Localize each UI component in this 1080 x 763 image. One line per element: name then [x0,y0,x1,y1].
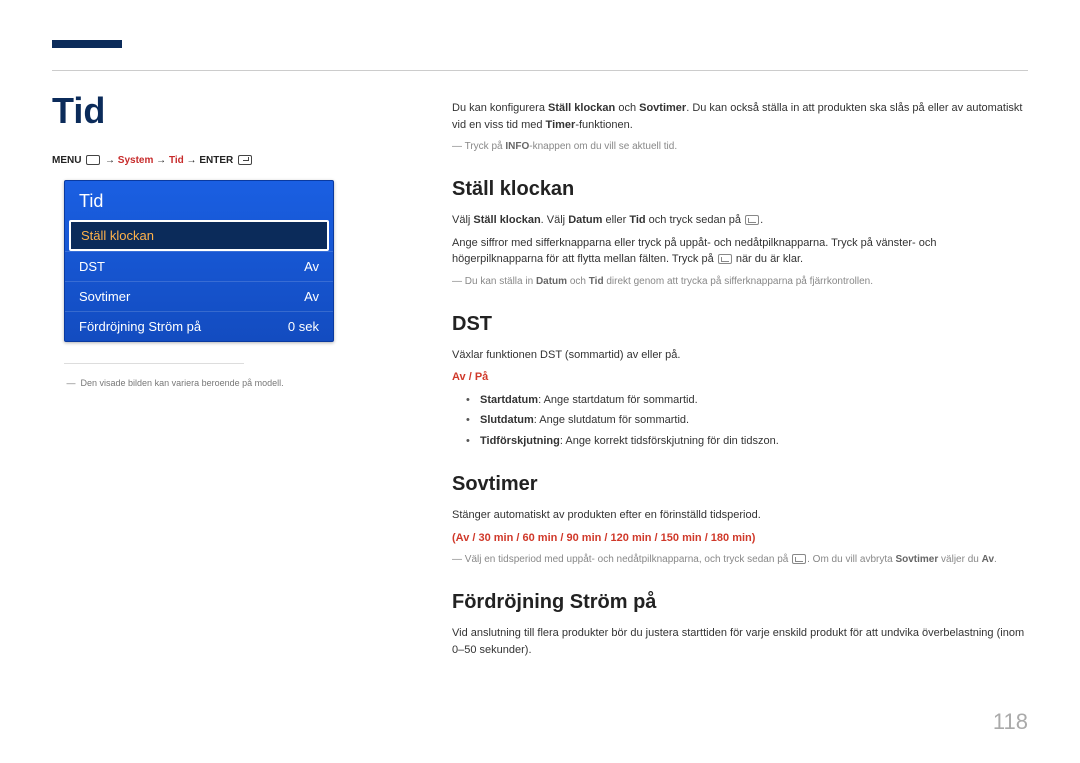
s1-note: ― Du kan ställa in Datum och Tid direkt … [452,274,1028,289]
panel-title: Tid [65,181,333,220]
header-accent-bar [52,40,122,48]
menu-item-value: 0 sek [288,319,319,334]
menu-item-stall-klockan[interactable]: Ställ klockan [69,220,329,251]
menu-item-sovtimer[interactable]: Sovtimer Av [65,281,333,311]
menu-item-label: DST [79,259,105,274]
intro-note: ― Tryck på INFO-knappen om du vill se ak… [452,139,1028,154]
s1-p2: Ange siffror med sifferknapparna eller t… [452,235,1028,268]
breadcrumb: MENU → System → Tid → ENTER [52,155,254,166]
s3-note: ― Välj en tidsperiod med uppåt- och nedå… [452,552,1028,567]
s2-list: Startdatum: Ange startdatum för sommarti… [466,392,1028,450]
menu-item-value: Av [304,259,319,274]
intro-paragraph: Du kan konfigurera Ställ klockan och Sov… [452,100,1028,133]
panel-note-divider [64,363,244,364]
menu-icon [86,155,100,165]
section-heading-stall-klockan: Ställ klockan [452,174,1028,204]
breadcrumb-enter: ENTER [199,155,233,166]
s2-options: Av / På [452,369,1028,386]
breadcrumb-tid: Tid [169,155,184,166]
menu-item-label: Fördröjning Ström på [79,319,201,334]
panel-note: ― Den visade bilden kan variera beroende… [64,378,344,388]
menu-item-value: Av [304,289,319,304]
enter-icon [745,215,759,225]
section-heading-dst: DST [452,309,1028,339]
list-item: Tidförskjutning: Ange korrekt tidsförskj… [466,433,1028,450]
settings-panel: Tid Ställ klockan DST Av Sovtimer Av För… [64,180,334,342]
list-item: Startdatum: Ange startdatum för sommarti… [466,392,1028,409]
s2-p1: Växlar funktionen DST (sommartid) av ell… [452,347,1028,364]
section-heading-sovtimer: Sovtimer [452,469,1028,499]
s4-p1: Vid anslutning till flera produkter bör … [452,625,1028,658]
enter-icon [718,254,732,264]
page-title: Tid [52,90,105,132]
menu-item-fordrojning[interactable]: Fördröjning Ström på 0 sek [65,311,333,341]
enter-icon [238,155,252,165]
menu-item-dst[interactable]: DST Av [65,251,333,281]
s3-options: (Av / 30 min / 60 min / 90 min / 120 min… [452,530,1028,547]
enter-icon [792,554,806,564]
page-number: 118 [993,709,1028,735]
s3-p1: Stänger automatiskt av produkten efter e… [452,507,1028,524]
section-heading-fordrojning: Fördröjning Ström på [452,587,1028,617]
header-divider [52,70,1028,71]
breadcrumb-system: System [118,155,154,166]
s1-p1: Välj Ställ klockan. Välj Datum eller Tid… [452,212,1028,229]
menu-item-label: Ställ klockan [81,228,154,243]
list-item: Slutdatum: Ange slutdatum för sommartid. [466,412,1028,429]
menu-item-label: Sovtimer [79,289,130,304]
breadcrumb-menu: MENU [52,155,81,166]
main-content: Du kan konfigurera Ställ klockan och Sov… [452,100,1028,664]
